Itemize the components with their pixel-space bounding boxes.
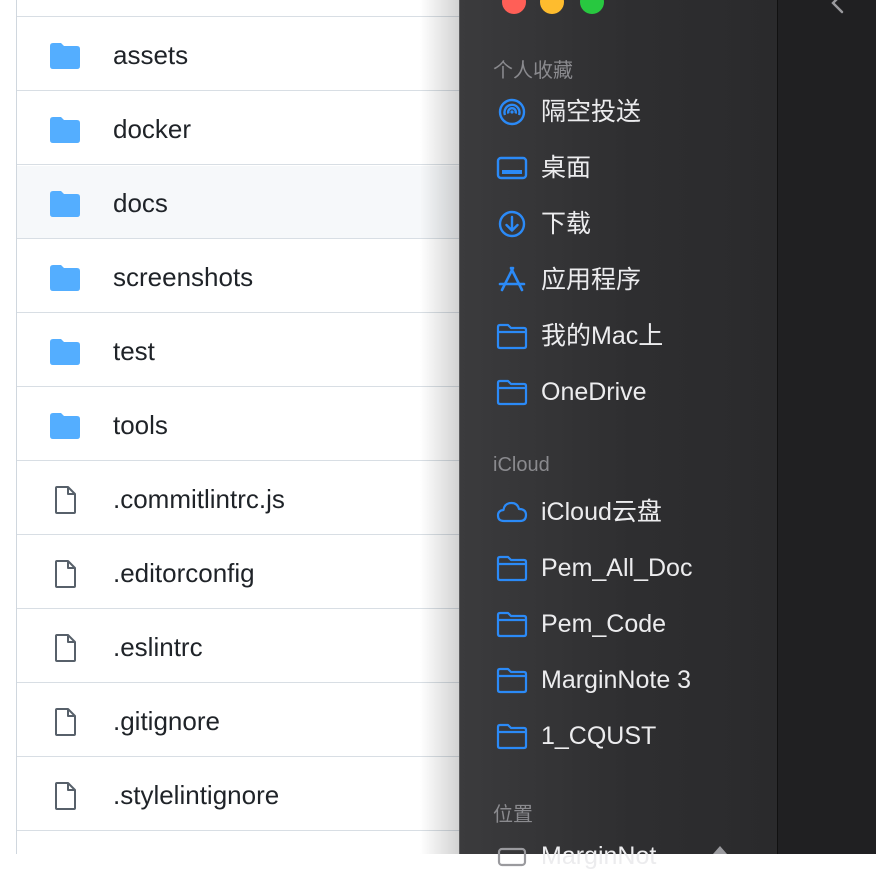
file-list: assets docker docs screenshots test tool… <box>16 0 477 854</box>
sidebar-item-label: 应用程序 <box>541 266 642 294</box>
folder-icon <box>50 191 80 217</box>
file-icon <box>55 560 76 588</box>
file-name[interactable]: .gitignore <box>113 706 220 736</box>
sidebar-item-onedrive[interactable]: OneDrive <box>460 368 778 416</box>
sidebar-item-airdrop[interactable]: 隔空投送 <box>460 88 778 136</box>
sidebar-item-downloads[interactable]: 下载 <box>460 200 778 248</box>
folder-icon <box>496 611 528 638</box>
sidebar-item-label: Pem_Code <box>541 610 667 638</box>
sidebar-item-label: 桌面 <box>541 154 592 182</box>
file-row-commitlintrc[interactable]: .commitlintrc.js <box>17 462 477 535</box>
sidebar-item-label: MarginNot <box>541 842 657 870</box>
file-icon <box>55 708 76 736</box>
sidebar-item-pem-all-doc[interactable]: Pem_All_Doc <box>460 544 778 592</box>
file-row-gitignore[interactable]: .gitignore <box>17 684 477 757</box>
folder-icon <box>50 339 80 365</box>
sidebar-item-label: 下载 <box>541 210 592 238</box>
sidebar-item-pem-code[interactable]: Pem_Code <box>460 600 778 648</box>
file-name[interactable]: test <box>113 336 155 366</box>
sidebar-item-label: iCloud云盘 <box>541 498 662 526</box>
file-row-editorconfig[interactable]: .editorconfig <box>17 536 477 609</box>
file-name[interactable]: assets <box>113 40 188 70</box>
window-shadow <box>420 0 460 854</box>
applications-icon <box>498 266 526 292</box>
eject-icon[interactable] <box>712 846 728 856</box>
sidebar-item-label: Pem_All_Doc <box>541 554 693 582</box>
file-row-tools[interactable]: tools <box>17 388 477 461</box>
favorites-section-title: 个人收藏 <box>493 60 573 82</box>
sidebar-item-icloud-drive[interactable]: iCloud云盘 <box>460 488 778 536</box>
folder-icon <box>50 117 80 143</box>
sidebar-item-marginnote3[interactable]: MarginNote 3 <box>460 656 778 704</box>
sidebar-item-label: 隔空投送 <box>541 98 642 126</box>
sidebar-item-desktop[interactable]: 桌面 <box>460 144 778 192</box>
folder-icon <box>496 723 528 750</box>
folder-icon <box>50 43 80 69</box>
file-list-top-row <box>17 0 477 17</box>
file-icon <box>55 782 76 810</box>
icloud-section-title: iCloud <box>493 454 550 476</box>
file-name[interactable]: screenshots <box>113 262 253 292</box>
cloud-icon <box>496 501 528 523</box>
sidebar-item-label: OneDrive <box>541 378 647 406</box>
file-name[interactable]: tools <box>113 410 168 440</box>
file-row-screenshots[interactable]: screenshots <box>17 240 477 313</box>
sidebar-item-1-cqust[interactable]: 1_CQUST <box>460 712 778 760</box>
file-icon <box>55 634 76 662</box>
file-row-docs[interactable]: docs <box>17 166 477 239</box>
file-row-test[interactable]: test <box>17 314 477 387</box>
folder-icon <box>496 379 528 406</box>
file-row-stylelintignore[interactable]: .stylelintignore <box>17 758 477 831</box>
download-icon <box>498 210 526 238</box>
file-name[interactable]: .stylelintignore <box>113 780 279 810</box>
sidebar-item-label: MarginNote 3 <box>541 666 692 694</box>
file-name[interactable]: docs <box>113 188 168 218</box>
disk-icon <box>497 847 527 867</box>
locations-section-title: 位置 <box>493 804 533 826</box>
sidebar-item-applications[interactable]: 应用程序 <box>460 256 778 304</box>
finder-content-pane <box>777 0 876 854</box>
minimize-button[interactable] <box>540 0 564 14</box>
folder-icon <box>50 413 80 439</box>
folder-icon <box>50 265 80 291</box>
file-icon <box>55 486 76 514</box>
airdrop-icon <box>498 98 526 126</box>
sidebar-item-marginnot-disk[interactable]: MarginNot <box>460 832 778 880</box>
file-row-docker[interactable]: docker <box>17 92 477 165</box>
folder-icon <box>496 667 528 694</box>
zoom-button[interactable] <box>580 0 604 14</box>
file-name[interactable]: docker <box>113 114 191 144</box>
file-name[interactable]: .commitlintrc.js <box>113 484 285 514</box>
close-button[interactable] <box>502 0 526 14</box>
chevron-left-icon[interactable] <box>828 0 848 14</box>
file-row-eslintrc[interactable]: .eslintrc <box>17 610 477 683</box>
file-name[interactable]: .editorconfig <box>113 558 255 588</box>
finder-sidebar: 个人收藏 隔空投送 桌面 下载 应用程序 我的Mac上 OneDrive iCl… <box>459 0 778 870</box>
file-row-assets[interactable]: assets <box>17 18 477 91</box>
folder-icon <box>496 555 528 582</box>
sidebar-item-label: 1_CQUST <box>541 722 657 750</box>
folder-icon <box>496 323 528 350</box>
sidebar-item-on-my-mac[interactable]: 我的Mac上 <box>460 312 778 360</box>
sidebar-item-label: 我的Mac上 <box>541 322 664 350</box>
desktop-icon <box>496 156 528 180</box>
file-name[interactable]: .eslintrc <box>113 632 203 662</box>
